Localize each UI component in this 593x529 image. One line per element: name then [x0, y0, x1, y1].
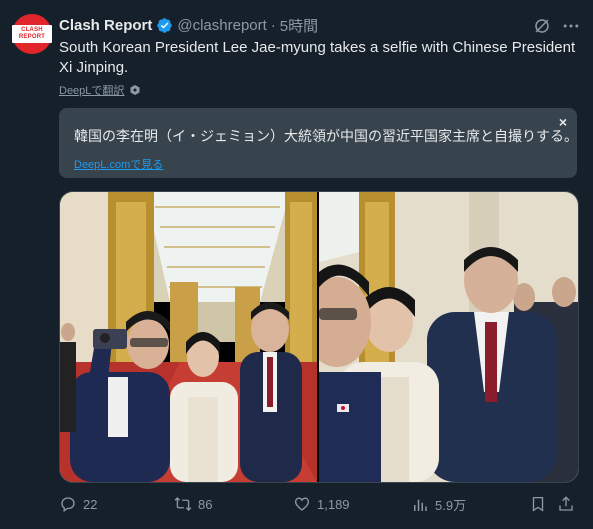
- translate-label[interactable]: DeepLで翻訳: [59, 82, 124, 98]
- selfie-photo-wide: [60, 192, 317, 482]
- like-count: 1,189: [317, 496, 350, 512]
- separator-dot: ·: [270, 17, 276, 34]
- like-button[interactable]: 1,189: [293, 495, 350, 513]
- deepl-icon: [130, 85, 140, 95]
- action-bar: 22 86 1,189 5.9万: [59, 495, 579, 517]
- bookmark-button[interactable]: [529, 495, 547, 513]
- reply-icon: [61, 497, 75, 513]
- repost-button[interactable]: 86: [174, 495, 212, 513]
- reply-button[interactable]: 22: [59, 495, 97, 513]
- bookmark-icon: [532, 496, 544, 512]
- reply-count: 22: [83, 496, 98, 512]
- tweet-header: Clash Report @clashreport · 5時間: [59, 15, 318, 36]
- close-translation-icon[interactable]: ×: [559, 114, 567, 130]
- photo-left[interactable]: [60, 192, 317, 482]
- tweet-text: South Korean President Lee Jae-myung tak…: [59, 39, 576, 76]
- repost-count: 86: [198, 496, 213, 512]
- timestamp[interactable]: 5時間: [280, 15, 318, 36]
- translation-text: 韓国の李在明（イ・ジェミョン）大統領が中国の習近平国家主席と自撮りする。: [74, 128, 578, 144]
- views-button[interactable]: 5.9万: [411, 495, 466, 514]
- deepl-view-link[interactable]: DeepL.comで見る: [74, 156, 163, 172]
- grok-icon[interactable]: [533, 17, 551, 35]
- avatar[interactable]: CLASH REPORT: [12, 14, 52, 54]
- more-options-icon[interactable]: [561, 16, 581, 36]
- translation-box: 韓国の李在明（イ・ジェミョン）大統領が中国の習近平国家主席と自撮りする。 Dee…: [59, 108, 578, 178]
- author-name[interactable]: Clash Report: [59, 17, 152, 34]
- author-handle[interactable]: @clashreport: [177, 17, 266, 34]
- repost-icon: [174, 497, 192, 511]
- views-count: 5.9万: [435, 498, 467, 513]
- selfie-photo-close: [319, 192, 578, 482]
- media-grid[interactable]: [59, 191, 579, 483]
- verified-badge-icon: [157, 18, 173, 33]
- translate-link[interactable]: DeepLで翻訳: [59, 82, 141, 98]
- avatar-logo: CLASH REPORT: [12, 25, 52, 43]
- views-chart-icon: [414, 499, 427, 511]
- share-button[interactable]: [557, 495, 575, 513]
- avatar-text: CLASH REPORT: [18, 27, 46, 40]
- photo-right[interactable]: [319, 192, 578, 482]
- heart-icon: [294, 497, 310, 511]
- share-icon: [559, 496, 573, 511]
